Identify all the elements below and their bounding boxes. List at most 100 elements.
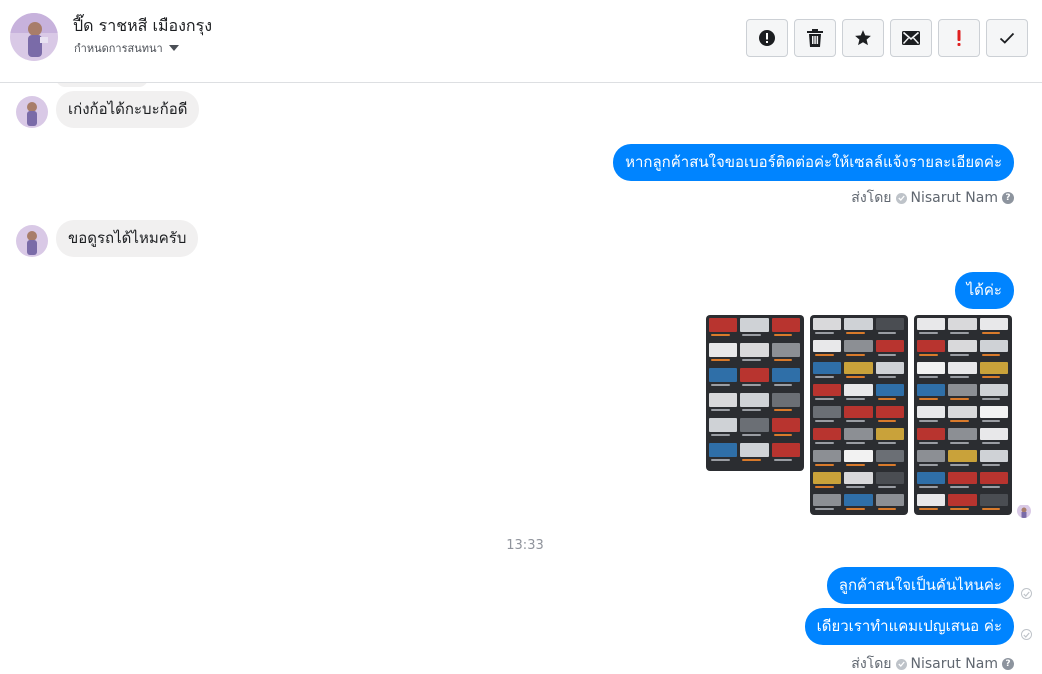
car-thumbnail [979, 384, 1008, 397]
trash-icon [807, 29, 823, 47]
delete-button[interactable] [794, 19, 836, 57]
listing-caption [742, 358, 762, 361]
sent-by-agent[interactable]: Nisarut Nam [911, 190, 999, 206]
car-thumbnail [875, 428, 904, 441]
outgoing-message[interactable]: หากลูกค้าสนใจขอเบอร์ติดต่อค่ะให้เซลล์แจ้… [613, 144, 1014, 181]
mark-unread-button[interactable] [890, 19, 932, 57]
listing-caption [846, 485, 866, 488]
star-button[interactable] [842, 19, 884, 57]
listing-caption [711, 358, 730, 361]
car-thumbnail [813, 472, 842, 485]
car-photo-attachment[interactable] [810, 315, 908, 515]
listing-caption [846, 331, 866, 334]
incoming-message[interactable]: ขอดูรถได้ไหมครับ [56, 220, 199, 257]
listing-caption [981, 353, 1001, 356]
sent-by-agent[interactable]: Nisarut Nam [911, 656, 999, 672]
listing-caption [981, 375, 1001, 378]
sent-by-label: ส่งโดย [851, 656, 892, 672]
listing-caption [877, 353, 897, 356]
car-thumbnail [875, 494, 904, 507]
car-thumbnail [875, 362, 904, 375]
car-thumbnail [771, 368, 800, 382]
car-thumbnail [875, 450, 904, 463]
help-icon[interactable]: ? [1002, 192, 1014, 204]
listing-caption [877, 375, 897, 378]
conversation-settings-dropdown[interactable]: กำหนดการสนทนา [74, 39, 179, 57]
car-thumbnail [813, 362, 842, 375]
car-thumbnail [771, 393, 800, 407]
car-thumbnail [740, 343, 769, 357]
car-thumbnail [844, 472, 873, 485]
message-bubble-partial [56, 83, 148, 87]
listing-caption [919, 419, 938, 422]
car-thumbnail [948, 450, 977, 463]
car-thumbnail [844, 362, 873, 375]
car-photo-attachment[interactable] [914, 315, 1012, 515]
listing-caption [742, 408, 762, 411]
car-thumbnail [917, 318, 946, 331]
help-icon[interactable]: ? [1002, 658, 1014, 670]
car-thumbnail [917, 406, 946, 419]
car-thumbnail [844, 384, 873, 397]
listing-caption [815, 507, 834, 510]
outgoing-message[interactable]: ลูกค้าสนใจเป็นคันไหนค่ะ [826, 567, 1014, 604]
listing-caption [919, 485, 938, 488]
car-thumbnail [875, 472, 904, 485]
car-photo-attachment[interactable] [706, 315, 804, 471]
outgoing-message[interactable]: เดียวเราทำแคมเปญเสนอ ค่ะ [804, 608, 1014, 645]
contact-avatar-small [16, 96, 48, 128]
car-thumbnail [917, 450, 946, 463]
conversation-header: ปี๊ด ราชหสี เมืองกรุง กำหนดการสนทนา [0, 0, 1042, 83]
envelope-icon [902, 31, 920, 45]
listing-caption [950, 353, 970, 356]
listing-caption [815, 419, 834, 422]
listing-caption [846, 419, 866, 422]
timestamp: 13:33 [506, 538, 544, 553]
car-thumbnail [844, 340, 873, 353]
car-thumbnail [813, 494, 842, 507]
mark-important-button[interactable] [938, 19, 980, 57]
car-thumbnail [948, 318, 977, 331]
car-thumbnail [875, 406, 904, 419]
delivered-check-icon [1021, 588, 1032, 599]
listing-caption [981, 485, 1001, 488]
car-thumbnail [709, 343, 738, 357]
listing-caption [877, 485, 897, 488]
incoming-message[interactable]: เก่งก้อได้กะบะก้อดี [56, 91, 200, 128]
car-thumbnail [813, 384, 842, 397]
car-thumbnail [740, 368, 769, 382]
listing-caption [815, 463, 834, 466]
mark-done-button[interactable] [986, 19, 1028, 57]
listing-caption [950, 331, 970, 334]
listing-caption [877, 507, 897, 510]
contact-avatar[interactable] [10, 13, 58, 61]
listing-caption [815, 375, 834, 378]
contact-name: ปี๊ด ราชหสี เมืองกรุง [73, 16, 212, 35]
listing-caption [846, 397, 866, 400]
verified-check-icon [895, 192, 907, 204]
sent-by-info: ส่งโดย Nisarut Nam ? [851, 653, 1014, 674]
car-thumbnail [844, 318, 873, 331]
listing-caption [815, 353, 834, 356]
car-thumbnail [875, 384, 904, 397]
listing-caption [742, 333, 762, 336]
car-thumbnail [948, 406, 977, 419]
listing-caption [950, 441, 970, 444]
listing-caption [950, 375, 970, 378]
listing-caption [950, 419, 970, 422]
listing-caption [919, 507, 938, 510]
outgoing-message[interactable]: ได้ค่ะ [954, 272, 1014, 309]
car-thumbnail [844, 406, 873, 419]
car-thumbnail [979, 362, 1008, 375]
listing-caption [846, 507, 866, 510]
listing-caption [919, 463, 938, 466]
listing-caption [950, 507, 970, 510]
listing-caption [742, 458, 762, 461]
car-thumbnail [709, 393, 738, 407]
listing-caption [919, 331, 938, 334]
car-thumbnail [844, 428, 873, 441]
mark-spam-button[interactable] [746, 19, 788, 57]
message-thread[interactable]: เก่งก้อได้กะบะก้อดี หากลูกค้าสนใจขอเบอร์… [0, 83, 1042, 674]
car-thumbnail [979, 428, 1008, 441]
listing-caption [877, 397, 897, 400]
